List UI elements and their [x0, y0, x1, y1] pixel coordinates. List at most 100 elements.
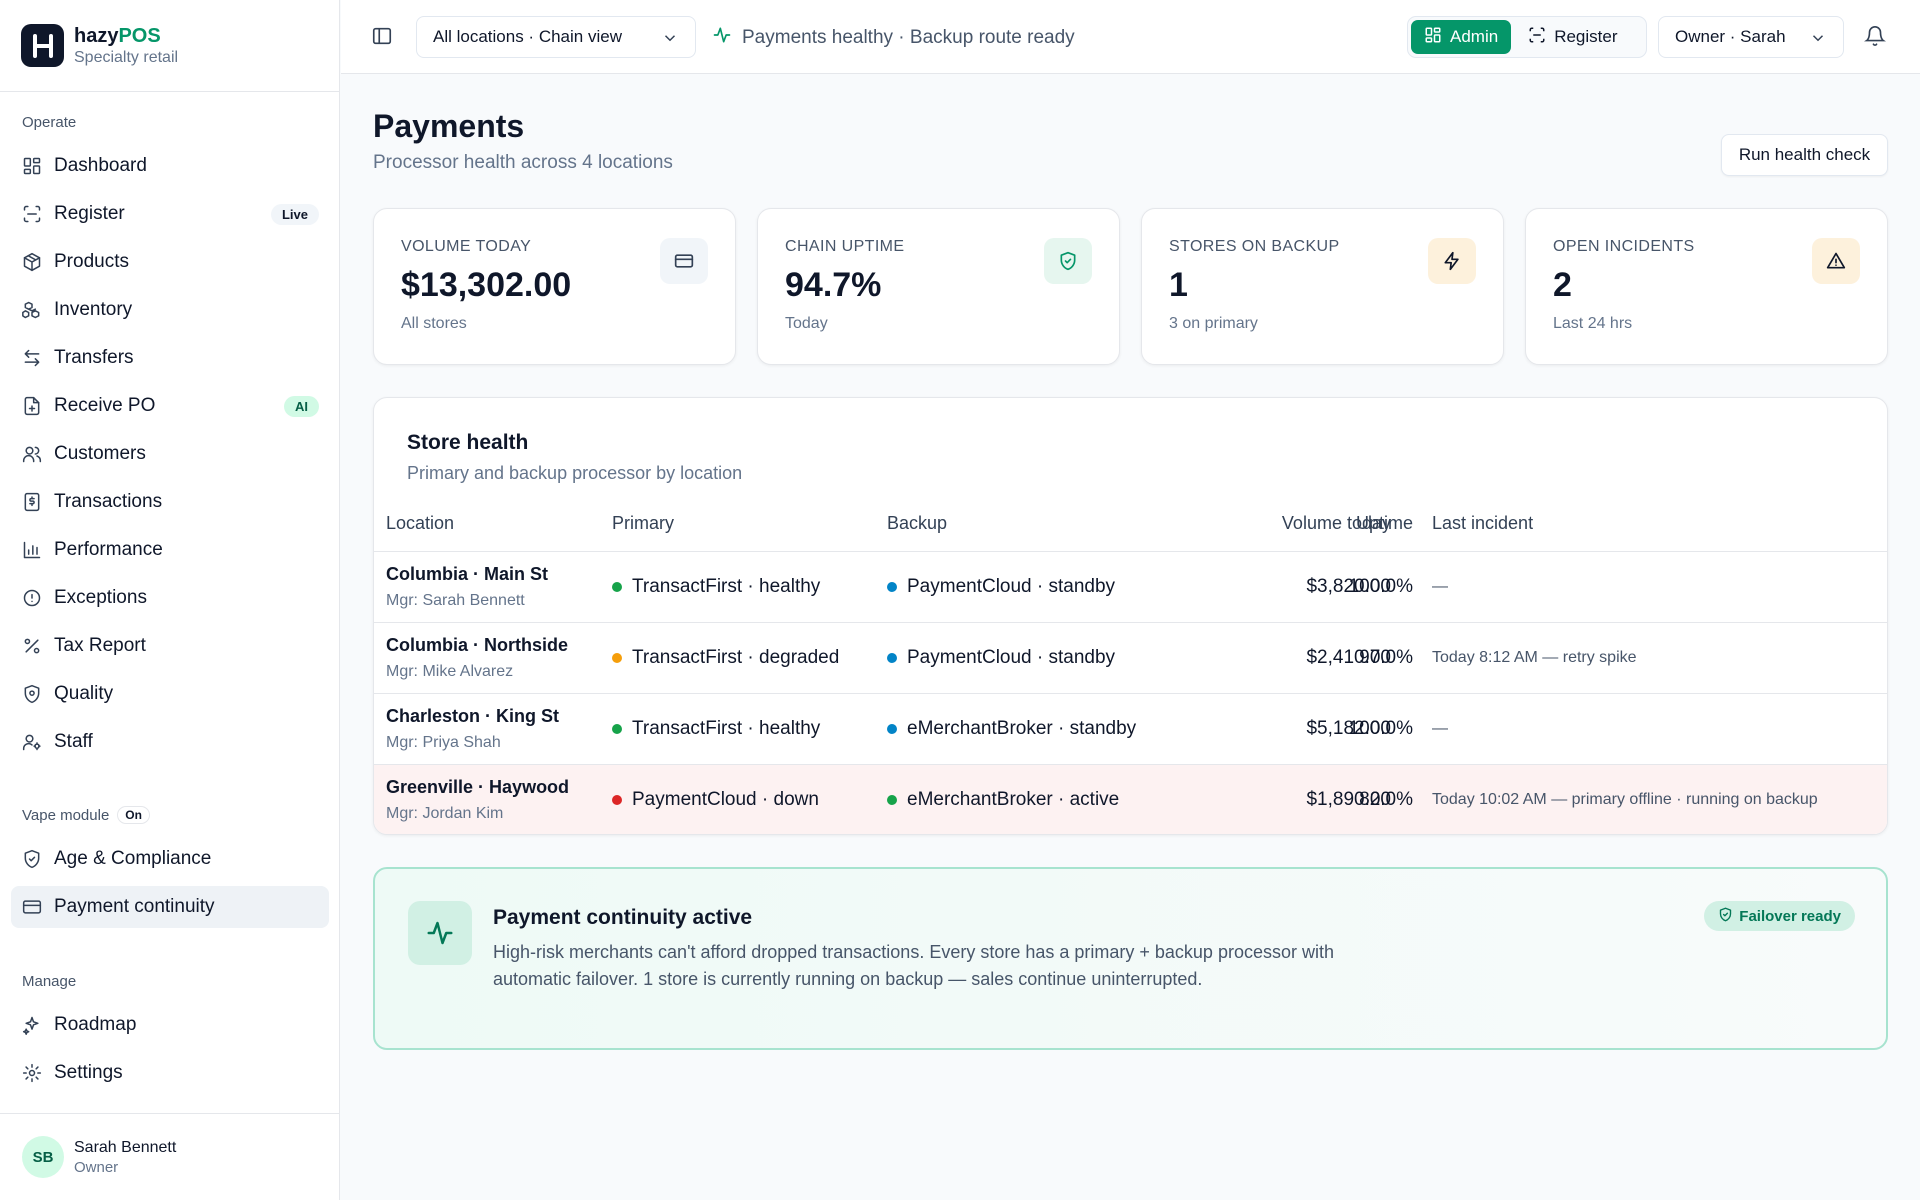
- chevron-down-icon: [661, 29, 679, 52]
- register-role-label: Register: [1554, 27, 1618, 46]
- sidebar-item-label: Roadmap: [54, 1014, 137, 1035]
- column-header-primary: Primary: [612, 513, 674, 533]
- sidebar-item-label: Payment continuity: [54, 896, 215, 917]
- percent-icon: [21, 635, 43, 657]
- arrows-swap-icon: [21, 347, 43, 369]
- sidebar-item-dashboard[interactable]: Dashboard: [11, 145, 329, 187]
- boxes-icon: [21, 299, 43, 321]
- owner-select[interactable]: Owner · Sarah: [1658, 16, 1844, 58]
- payment-status-text: Payments healthy · Backup route ready: [742, 27, 1075, 48]
- sidebar-item-label: Dashboard: [54, 155, 147, 176]
- sidebar-item-performance[interactable]: Performance: [11, 529, 329, 571]
- kpi-note: 3 on primary: [1169, 315, 1258, 332]
- table-row[interactable]: Charleston · King St Mgr: Priya Shah Tra…: [374, 694, 1887, 765]
- sidebar-toggle-icon[interactable]: [371, 25, 395, 49]
- page-title: Payments: [373, 108, 525, 144]
- sidebar-item-roadmap[interactable]: Roadmap: [11, 1004, 329, 1046]
- location-select[interactable]: All locations · Chain view: [416, 16, 696, 58]
- sidebar-item-label: Customers: [54, 443, 146, 464]
- ai-badge: AI: [284, 395, 319, 417]
- sidebar-item-products[interactable]: Products: [11, 241, 329, 283]
- alert-circle-icon: [21, 587, 43, 609]
- sidebar-item-label: Performance: [54, 539, 163, 560]
- primary-processor: TransactFirst · degraded: [612, 647, 839, 669]
- status-dot: [887, 653, 897, 663]
- sidebar-item-label: Age & Compliance: [54, 848, 212, 869]
- primary-processor: PaymentCloud · down: [612, 789, 819, 811]
- backup-processor-text: eMerchantBroker · active: [907, 789, 1120, 810]
- kpi-note: Last 24 hrs: [1553, 315, 1633, 332]
- last-incident: Today 10:02 AM — primary offline · runni…: [1432, 791, 1818, 808]
- location-name: Charleston · King St: [386, 706, 560, 726]
- location-name: Columbia · Main St: [386, 564, 548, 584]
- last-incident: —: [1432, 578, 1448, 595]
- store-health-card: Store health Primary and backup processo…: [373, 397, 1888, 835]
- status-dot: [887, 795, 897, 805]
- location-manager: Mgr: Mike Alvarez: [386, 663, 514, 680]
- table-row[interactable]: Columbia · Main St Mgr: Sarah Bennett Tr…: [374, 552, 1887, 623]
- status-dot: [612, 653, 622, 663]
- brand[interactable]: hazyPOS Specialty retail: [0, 0, 339, 92]
- bar-chart-icon: [21, 539, 43, 561]
- nav-section-vape-label: Vape module: [22, 806, 110, 824]
- sidebar-item-transactions[interactable]: Transactions: [11, 481, 329, 523]
- sidebar-item-label: Quality: [54, 683, 114, 704]
- sidebar-item-label: Register: [54, 203, 125, 224]
- sidebar-item-exceptions[interactable]: Exceptions: [11, 577, 329, 619]
- backup-processor: eMerchantBroker · active: [887, 789, 1119, 811]
- register-role-button[interactable]: Register: [1515, 20, 1630, 54]
- vape-on-badge: On: [117, 806, 150, 824]
- gear-icon: [21, 1062, 43, 1084]
- shield-check-icon: [1718, 907, 1733, 926]
- bell-icon[interactable]: [1864, 25, 1886, 52]
- dashboard-icon: [21, 155, 43, 177]
- primary-processor: TransactFirst · healthy: [612, 718, 820, 740]
- sidebar-item-label: Transactions: [54, 491, 163, 512]
- run-health-check-button[interactable]: Run health check: [1721, 134, 1888, 176]
- user-profile[interactable]: SB Sarah Bennett Owner: [0, 1113, 340, 1200]
- sidebar-item-tax-report[interactable]: Tax Report: [11, 625, 329, 667]
- topbar: All locations · Chain view Payments heal…: [341, 0, 1920, 74]
- sidebar-item-settings[interactable]: Settings: [11, 1052, 329, 1094]
- location-select-value: All locations · Chain view: [433, 27, 622, 46]
- receipt-icon: [21, 491, 43, 513]
- column-header-last-incident: Last incident: [1432, 513, 1534, 533]
- primary-processor-text: TransactFirst · healthy: [632, 576, 821, 597]
- sidebar-item-payment-continuity[interactable]: Payment continuity: [11, 886, 329, 928]
- sidebar-item-age-compliance[interactable]: Age & Compliance: [11, 838, 329, 880]
- activity-icon: [408, 901, 472, 965]
- chevron-down-icon: [1809, 29, 1827, 52]
- kpi-stores-on-backup: STORES ON BACKUP 1 3 on primary: [1141, 208, 1504, 365]
- status-dot: [887, 582, 897, 592]
- sidebar-item-label: Products: [54, 251, 129, 272]
- nav-section-manage: Manage: [22, 973, 77, 990]
- activity-icon: [712, 25, 732, 51]
- sidebar-item-receive-po[interactable]: Receive PO AI: [11, 385, 329, 427]
- primary-processor-text: PaymentCloud · down: [632, 789, 819, 810]
- primary-processor-text: TransactFirst · degraded: [632, 647, 840, 668]
- sidebar-item-inventory[interactable]: Inventory: [11, 289, 329, 331]
- scan-icon: [21, 203, 43, 225]
- kpi-open-incidents: OPEN INCIDENTS 2 Last 24 hrs: [1525, 208, 1888, 365]
- payment-continuity-card: Payment continuity active High-risk merc…: [373, 867, 1888, 1050]
- warning-icon: [1812, 238, 1860, 284]
- sidebar-item-label: Exceptions: [54, 587, 147, 608]
- sidebar-item-customers[interactable]: Customers: [11, 433, 329, 475]
- brand-name: hazyPOS: [74, 24, 161, 47]
- scan-icon: [1528, 26, 1546, 49]
- role-toggle: Admin Register: [1407, 16, 1647, 58]
- admin-role-button[interactable]: Admin: [1411, 20, 1512, 54]
- status-dot: [612, 582, 622, 592]
- table-row[interactable]: Greenville · Haywood Mgr: Jordan Kim Pay…: [374, 765, 1887, 834]
- owner-select-value: Owner · Sarah: [1675, 27, 1786, 46]
- table-row[interactable]: Columbia · Northside Mgr: Mike Alvarez T…: [374, 623, 1887, 694]
- failover-ready-text: Failover ready: [1739, 907, 1841, 925]
- sidebar-item-quality[interactable]: Quality: [11, 673, 329, 715]
- nav-section-vape: Vape module On: [22, 806, 150, 824]
- sidebar-item-staff[interactable]: Staff: [11, 721, 329, 763]
- nav-section-operate: Operate: [22, 114, 77, 131]
- admin-role-label: Admin: [1450, 27, 1499, 46]
- sidebar-item-register[interactable]: Register Live: [11, 193, 329, 235]
- primary-processor-text: TransactFirst · healthy: [632, 718, 821, 739]
- sidebar-item-transfers[interactable]: Transfers: [11, 337, 329, 379]
